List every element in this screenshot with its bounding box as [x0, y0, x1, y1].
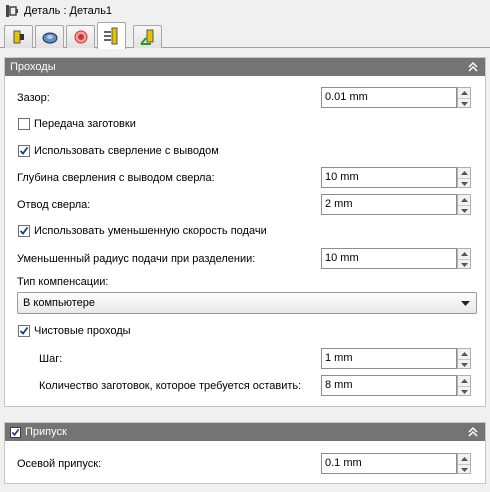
retract-label: Отвод сверла:	[17, 199, 91, 211]
stock-leave-input[interactable]: 8 mm	[321, 375, 457, 396]
spin-down-icon[interactable]	[460, 362, 468, 367]
reduced-radius-spinner[interactable]	[457, 248, 471, 269]
spin-up-icon[interactable]	[460, 91, 468, 95]
pecking-depth-input[interactable]: 10 mm	[321, 167, 457, 188]
heights-icon	[74, 30, 87, 44]
finishing-checkbox[interactable]	[18, 325, 30, 337]
clearance-input[interactable]: 0.01 mm	[321, 87, 457, 108]
check-mark-icon	[11, 428, 20, 436]
spin-down-icon[interactable]	[460, 208, 468, 213]
spin-down-icon[interactable]	[460, 101, 468, 106]
check-mark-icon	[19, 226, 29, 235]
collapse-icon[interactable]	[467, 426, 479, 438]
axial-allowance-input[interactable]: 0.1 mm	[321, 453, 457, 474]
collapse-icon[interactable]	[467, 61, 479, 73]
part-icon	[6, 5, 18, 17]
tab-shape[interactable]	[35, 25, 64, 48]
compensation-select[interactable]: В компьютере	[17, 292, 477, 314]
reduced-feed-label: Использовать уменьшенную скорость подачи	[34, 225, 267, 237]
passes-header[interactable]: Проходы	[5, 58, 485, 76]
pecking-depth-label: Глубина сверления с выводом сверла:	[17, 172, 215, 184]
spin-up-icon[interactable]	[460, 457, 468, 461]
step-input[interactable]: 1 mm	[321, 348, 457, 369]
allowance-panel: Припуск Осевой припуск: 0.1 mm	[4, 422, 486, 484]
tab-heights[interactable]	[66, 25, 95, 48]
linking-icon	[139, 29, 153, 45]
spin-down-icon[interactable]	[460, 467, 468, 472]
tab-strip	[0, 22, 490, 49]
window-title: Деталь : Деталь1	[24, 5, 113, 17]
use-drilling-checkbox[interactable]	[18, 145, 30, 157]
spin-up-icon[interactable]	[460, 171, 468, 175]
spin-down-icon[interactable]	[460, 181, 468, 186]
stock-transfer-label: Передача заготовки	[34, 118, 136, 130]
stock-leave-label: Количество заготовок, которое требуется …	[39, 380, 302, 392]
stock-leave-spinner[interactable]	[457, 375, 471, 396]
retract-input[interactable]: 2 mm	[321, 194, 457, 215]
step-spinner[interactable]	[457, 348, 471, 369]
shape-icon	[42, 32, 57, 44]
step-label: Шаг:	[39, 353, 63, 365]
stock-transfer-checkbox[interactable]	[18, 118, 30, 130]
reduced-radius-label: Уменьшенный радиус подачи при разделении…	[17, 253, 256, 265]
tab-tool[interactable]	[4, 25, 33, 48]
reduced-radius-input[interactable]: 10 mm	[321, 248, 457, 269]
reduced-feed-checkbox[interactable]	[18, 225, 30, 237]
retract-spinner[interactable]	[457, 194, 471, 215]
compensation-value: В компьютере	[23, 297, 95, 309]
compensation-label: Тип компенсации:	[17, 276, 109, 288]
spin-up-icon[interactable]	[460, 252, 468, 256]
spin-up-icon[interactable]	[460, 198, 468, 202]
allowance-title: Припуск	[25, 426, 67, 438]
tab-linking[interactable]	[133, 25, 162, 48]
allowance-checkbox[interactable]	[10, 426, 21, 438]
tool-holder-icon	[13, 30, 24, 44]
spin-down-icon[interactable]	[460, 262, 468, 267]
tab-passes[interactable]	[97, 22, 126, 49]
allowance-header[interactable]: Припуск	[5, 423, 485, 441]
check-mark-icon	[19, 326, 29, 335]
use-drilling-label: Использовать сверление с выводом	[34, 145, 219, 157]
passes-title: Проходы	[10, 61, 56, 73]
check-mark-icon	[19, 146, 29, 155]
axial-allowance-spinner[interactable]	[457, 453, 471, 474]
spin-down-icon[interactable]	[460, 389, 468, 394]
pecking-depth-spinner[interactable]	[457, 167, 471, 188]
finishing-label: Чистовые проходы	[34, 325, 131, 337]
chevron-down-icon[interactable]	[461, 301, 470, 306]
clearance-label: Зазор:	[17, 92, 50, 104]
passes-icon	[103, 27, 117, 45]
spin-up-icon[interactable]	[460, 352, 468, 356]
axial-allowance-label: Осевой припуск:	[17, 458, 102, 470]
spin-up-icon[interactable]	[460, 379, 468, 383]
passes-panel: Проходы Зазор: 0.01 mm Передача заготовк…	[4, 57, 486, 407]
clearance-spinner[interactable]	[457, 87, 471, 108]
title-bar: Деталь : Деталь1	[0, 0, 490, 22]
